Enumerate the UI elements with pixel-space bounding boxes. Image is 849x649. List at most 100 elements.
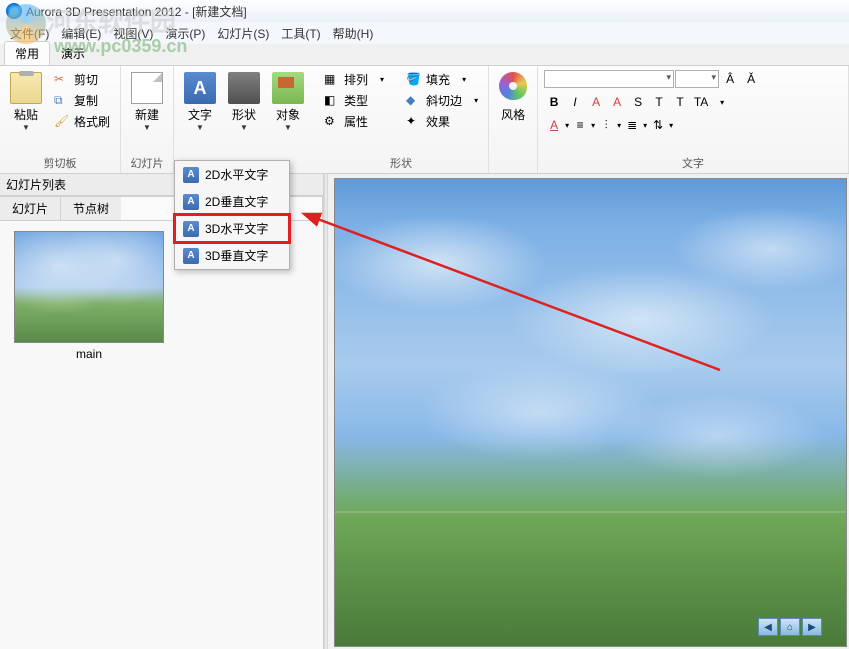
new-slide-label: 新建: [135, 106, 159, 123]
nav-home-button[interactable]: ⌂: [780, 618, 800, 636]
arrange-icon: ▦: [324, 72, 340, 88]
chevron-down-icon[interactable]: ▾: [712, 93, 732, 111]
chevron-down-icon: ▼: [240, 123, 248, 132]
slide-group-label: 幻灯片: [127, 155, 167, 171]
ribbon-group-slide: 新建 ▼ 幻灯片: [121, 66, 174, 173]
ribbon-group-text: Â Ǎ B I A A S T T TA ▾ A▾ ≡▾ ⫶▾ ≣▾ ⇅▾: [538, 66, 849, 173]
font-shrink-button[interactable]: Ǎ: [741, 70, 761, 88]
style-label: 风格: [501, 106, 525, 123]
menu-present[interactable]: 演示(P): [159, 23, 211, 44]
bold-button[interactable]: B: [544, 93, 564, 111]
clipboard-icon: [10, 72, 42, 104]
align-top-button[interactable]: ⫶: [596, 116, 616, 134]
ribbon-group-shape: ▦排列▾ ◧类型 ⚙属性 🪣填充▾ ◆斜切边▾ ✦效果 形状: [314, 66, 489, 173]
text-icon: A: [183, 167, 199, 183]
viewport: ◀ ⌂ ▶: [328, 174, 849, 649]
chevron-down-icon: ▼: [196, 123, 204, 132]
ta-button[interactable]: TA: [691, 93, 711, 111]
italic-button[interactable]: I: [565, 93, 585, 111]
bevel-icon: ◆: [406, 93, 422, 109]
menu-item-2d-vertical-text[interactable]: A2D垂直文字: [175, 188, 289, 215]
font-color-b-button[interactable]: A: [607, 93, 627, 111]
paste-button[interactable]: 粘贴 ▼: [6, 70, 46, 134]
panel-tab-nodetree[interactable]: 节点树: [60, 196, 122, 220]
menu-tool[interactable]: 工具(T): [275, 23, 326, 44]
shape-label: 形状: [232, 106, 256, 123]
panel-tab-slides[interactable]: 幻灯片: [0, 196, 61, 220]
text-icon: A: [183, 248, 199, 264]
main-area: 幻灯片列表 幻灯片 节点树 main ◀ ⌂ ▶: [0, 174, 849, 649]
copy-icon: ⧉: [54, 93, 70, 109]
property-button[interactable]: ⚙属性: [320, 112, 388, 131]
canvas-3d-view[interactable]: ◀ ⌂ ▶: [334, 178, 847, 647]
menu-item-2d-horizontal-text[interactable]: A2D水平文字: [175, 161, 289, 188]
chevron-down-icon: ▼: [284, 123, 292, 132]
text-icon: A: [183, 221, 199, 237]
font-color-a-button[interactable]: A: [586, 93, 606, 111]
menu-slide[interactable]: 幻灯片(S): [211, 23, 275, 44]
text-icon: A: [183, 194, 199, 210]
palette-icon: [499, 72, 527, 100]
scissors-icon: ✂: [54, 72, 70, 88]
nav-prev-button[interactable]: ◀: [758, 618, 778, 636]
ribbon-tab-common[interactable]: 常用: [4, 41, 50, 65]
menu-help[interactable]: 帮助(H): [327, 23, 380, 44]
text-dropdown-menu: A2D水平文字 A2D垂直文字 A3D水平文字 A3D垂直文字: [174, 160, 290, 270]
font-size-combo[interactable]: [675, 70, 719, 88]
menu-item-3d-horizontal-text[interactable]: A3D水平文字: [175, 215, 289, 242]
ribbon-group-clipboard: 粘贴 ▼ ✂剪切 ⧉复制 🖌格式刷 剪切板: [0, 66, 121, 173]
line-spacing-button[interactable]: ⇅: [648, 116, 668, 134]
type-button[interactable]: ◧类型: [320, 91, 388, 110]
window-title: Aurora 3D Presentation 2012 - [新建文档]: [26, 3, 247, 20]
ribbon-tab-present[interactable]: 演示: [50, 41, 96, 65]
ribbon-group-insert: A 文字 ▼ 形状 ▼ 对象 ▼: [174, 66, 314, 173]
bevel-button[interactable]: ◆斜切边▾: [402, 91, 482, 110]
new-slide-button[interactable]: 新建 ▼: [127, 70, 167, 134]
menu-item-3d-vertical-text[interactable]: A3D垂直文字: [175, 242, 289, 269]
ribbon-group-style: 风格: [489, 66, 538, 173]
chevron-down-icon: ▼: [143, 123, 151, 132]
style-button[interactable]: 风格: [495, 70, 531, 125]
menu-bar: 文件(F) 编辑(E) 视图(V) 演示(P) 幻灯片(S) 工具(T) 帮助(…: [0, 22, 849, 44]
arrange-button[interactable]: ▦排列▾: [320, 70, 388, 89]
list-button[interactable]: ≣: [622, 116, 642, 134]
paste-label: 粘贴: [14, 106, 38, 123]
fill-button[interactable]: 🪣填充▾: [402, 70, 482, 89]
new-doc-icon: [131, 72, 163, 104]
text-label: 文字: [188, 106, 212, 123]
format-painter-button[interactable]: 🖌格式刷: [50, 112, 114, 131]
object-button[interactable]: 对象 ▼: [268, 70, 308, 134]
ribbon: 粘贴 ▼ ✂剪切 ⧉复制 🖌格式刷 剪切板 新建 ▼ 幻灯片 A 文字: [0, 66, 849, 174]
nav-controls: ◀ ⌂ ▶: [758, 618, 822, 636]
nav-next-button[interactable]: ▶: [802, 618, 822, 636]
text-button[interactable]: A 文字 ▼: [180, 70, 220, 134]
s-button[interactable]: S: [628, 93, 648, 111]
gear-icon: ⚙: [324, 114, 340, 130]
slide-thumbnail[interactable]: [14, 231, 164, 343]
underline-color-button[interactable]: A: [544, 116, 564, 134]
sparkle-icon: ✦: [406, 114, 422, 130]
font-grow-button[interactable]: Â: [720, 70, 740, 88]
cut-button[interactable]: ✂剪切: [50, 70, 114, 89]
clipboard-group-label: 剪切板: [6, 155, 114, 171]
shape-icon: [228, 72, 260, 104]
t1-button[interactable]: T: [649, 93, 669, 111]
object-label: 对象: [276, 106, 300, 123]
type-icon: ◧: [324, 93, 340, 109]
t2-button[interactable]: T: [670, 93, 690, 111]
menu-view[interactable]: 视图(V): [107, 23, 159, 44]
ribbon-tabs: 常用 演示: [0, 44, 849, 66]
object-icon: [272, 72, 304, 104]
app-icon: [6, 3, 22, 19]
align-left-button[interactable]: ≡: [570, 116, 590, 134]
text-icon: A: [184, 72, 216, 104]
title-bar: Aurora 3D Presentation 2012 - [新建文档]: [0, 0, 849, 22]
effect-button[interactable]: ✦效果: [402, 112, 482, 131]
shape-button[interactable]: 形状 ▼: [224, 70, 264, 134]
font-family-combo[interactable]: [544, 70, 674, 88]
copy-button[interactable]: ⧉复制: [50, 91, 114, 110]
shape-group-label: 形状: [320, 155, 482, 171]
text-group-label: 文字: [544, 155, 842, 171]
slide-thumbnail-label: main: [10, 347, 168, 361]
chevron-down-icon: ▼: [22, 123, 30, 132]
